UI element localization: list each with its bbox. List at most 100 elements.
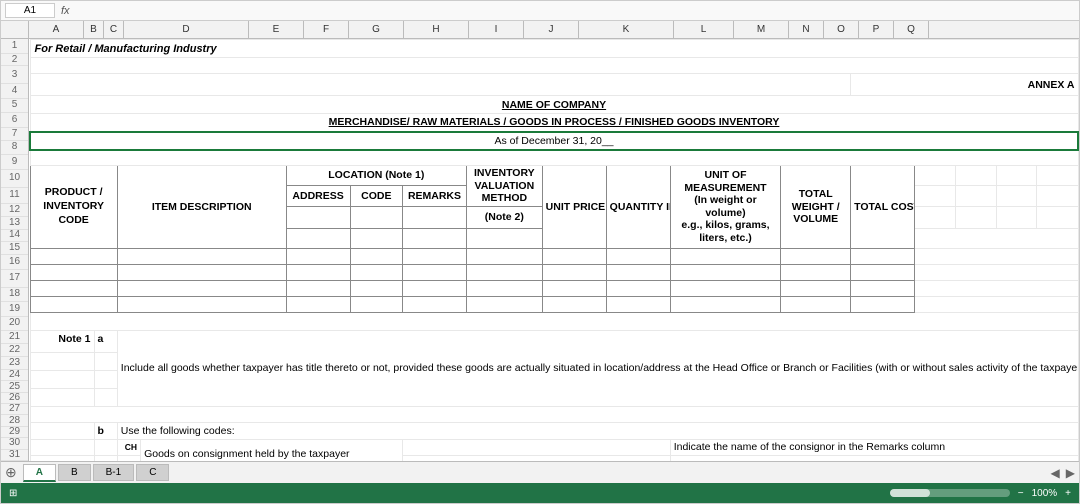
row-num-6[interactable]: 6: [1, 113, 28, 128]
item-r13[interactable]: [117, 264, 286, 280]
invval-r14[interactable]: [467, 280, 543, 296]
unitprice-r13[interactable]: [542, 264, 606, 280]
col-header-c[interactable]: C: [104, 21, 124, 38]
row-num-3[interactable]: 3: [1, 66, 28, 84]
zoom-out-icon[interactable]: −: [1018, 488, 1024, 499]
twv-r14[interactable]: [781, 280, 851, 296]
row-num-9[interactable]: 9: [1, 155, 28, 170]
scroll-left-icon[interactable]: ◀: [1051, 466, 1060, 480]
row-num-19[interactable]: 19: [1, 302, 28, 317]
row-num-18[interactable]: 18: [1, 288, 28, 303]
row-num-1[interactable]: 1: [1, 39, 28, 54]
row-num-15[interactable]: 15: [1, 242, 28, 255]
code-r12[interactable]: [350, 248, 402, 264]
row-num-24[interactable]: 24: [1, 370, 28, 381]
asof-cell[interactable]: As of December 31, 20__: [30, 132, 1078, 150]
tc-r13[interactable]: [851, 264, 915, 280]
addr-r12[interactable]: [286, 248, 350, 264]
col-header-k[interactable]: K: [579, 21, 674, 38]
tc-r14[interactable]: [851, 280, 915, 296]
invval-r13[interactable]: [467, 264, 543, 280]
scroll-right-icon[interactable]: ▶: [1066, 466, 1075, 480]
uom-r15[interactable]: [670, 296, 781, 312]
col-header-d[interactable]: D: [124, 21, 249, 38]
rmk-r14[interactable]: [402, 280, 466, 296]
code-r13[interactable]: [350, 264, 402, 280]
qty-r13[interactable]: [606, 264, 670, 280]
rmk-r15[interactable]: [402, 296, 466, 312]
uom-r14[interactable]: [670, 280, 781, 296]
row-num-2[interactable]: 2: [1, 54, 28, 67]
col-header-b[interactable]: B: [84, 21, 104, 38]
col-header-h[interactable]: H: [404, 21, 469, 38]
unitprice-r14[interactable]: [542, 280, 606, 296]
product-r15[interactable]: [30, 296, 117, 312]
row-num-5[interactable]: 5: [1, 99, 28, 114]
item-r12[interactable]: [117, 248, 286, 264]
product-r12[interactable]: [30, 248, 117, 264]
product-r13[interactable]: [30, 264, 117, 280]
tab-c[interactable]: C: [136, 464, 169, 481]
col-header-n[interactable]: N: [789, 21, 824, 38]
row-num-17[interactable]: 17: [1, 270, 28, 288]
invval-r15[interactable]: [467, 296, 543, 312]
row-num-30[interactable]: 30: [1, 438, 28, 449]
addr-r15[interactable]: [286, 296, 350, 312]
col-header-a[interactable]: A: [29, 21, 84, 38]
unitprice-r12[interactable]: [542, 248, 606, 264]
col-header-o[interactable]: O: [824, 21, 859, 38]
tc-r15[interactable]: [851, 296, 915, 312]
col-header-l[interactable]: L: [674, 21, 734, 38]
row-num-31[interactable]: 31: [1, 450, 28, 461]
row-num-21[interactable]: 21: [1, 331, 28, 344]
qty-r12[interactable]: [606, 248, 670, 264]
row-num-7[interactable]: 7: [1, 128, 28, 141]
row-num-14[interactable]: 14: [1, 230, 28, 243]
addr-r14[interactable]: [286, 280, 350, 296]
uom-r13[interactable]: [670, 264, 781, 280]
zoom-in-icon[interactable]: +: [1065, 488, 1071, 499]
rmk-r13[interactable]: [402, 264, 466, 280]
scroll-bar[interactable]: [890, 489, 1010, 497]
row-num-27[interactable]: 27: [1, 404, 28, 415]
product-r14[interactable]: [30, 280, 117, 296]
col-header-i[interactable]: I: [469, 21, 524, 38]
col-header-g[interactable]: G: [349, 21, 404, 38]
tc-r12[interactable]: [851, 248, 915, 264]
uom-r12[interactable]: [670, 248, 781, 264]
row-num-11[interactable]: 11: [1, 188, 28, 204]
col-header-q[interactable]: Q: [894, 21, 929, 38]
twv-r12[interactable]: [781, 248, 851, 264]
col-header-m[interactable]: M: [734, 21, 789, 38]
addr-r13[interactable]: [286, 264, 350, 280]
tab-b[interactable]: B: [58, 464, 91, 481]
col-header-p[interactable]: P: [859, 21, 894, 38]
qty-r15[interactable]: [606, 296, 670, 312]
row-num-4[interactable]: 4: [1, 84, 28, 99]
row-num-8[interactable]: 8: [1, 141, 28, 156]
row-num-16[interactable]: 16: [1, 255, 28, 270]
unitprice-r15[interactable]: [542, 296, 606, 312]
tab-b1[interactable]: B-1: [93, 464, 135, 481]
col-header-e[interactable]: E: [249, 21, 304, 38]
row-num-22[interactable]: 22: [1, 344, 28, 357]
col-header-f[interactable]: F: [304, 21, 349, 38]
item-r15[interactable]: [117, 296, 286, 312]
cell-reference[interactable]: [5, 3, 55, 18]
qty-r14[interactable]: [606, 280, 670, 296]
twv-r13[interactable]: [781, 264, 851, 280]
col-header-j[interactable]: J: [524, 21, 579, 38]
item-r14[interactable]: [117, 280, 286, 296]
code-r15[interactable]: [350, 296, 402, 312]
add-sheet-icon[interactable]: ⊕: [5, 464, 17, 481]
row-num-13[interactable]: 13: [1, 217, 28, 230]
rmk-r12[interactable]: [402, 248, 466, 264]
row-num-12[interactable]: 12: [1, 204, 28, 217]
row-num-20[interactable]: 20: [1, 317, 28, 332]
code-r14[interactable]: [350, 280, 402, 296]
twv-r15[interactable]: [781, 296, 851, 312]
row-num-23[interactable]: 23: [1, 357, 28, 370]
row-num-10[interactable]: 10: [1, 170, 28, 188]
tab-a[interactable]: A: [23, 464, 56, 482]
invval-r12[interactable]: [467, 248, 543, 264]
